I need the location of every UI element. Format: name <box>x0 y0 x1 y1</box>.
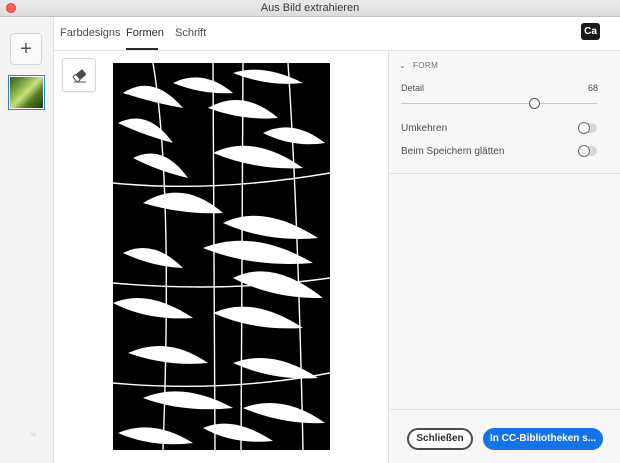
eraser-icon <box>72 69 87 83</box>
active-tab-indicator <box>126 48 158 50</box>
title-bar: Aus Bild extrahieren <box>0 0 620 17</box>
close-button[interactable]: Schließen <box>407 428 473 450</box>
image-sidebar: + ∞ <box>0 17 54 463</box>
shape-canvas <box>54 51 388 463</box>
tab-schrift[interactable]: Schrift <box>175 27 206 39</box>
smooth-on-save-toggle-knob <box>578 145 590 157</box>
form-section-title: FORM <box>413 61 439 70</box>
tab-bar: Farbdesigns Formen Schrift Ca <box>54 17 620 51</box>
save-to-cc-libraries-button[interactable]: In CC-Bibliotheken s... <box>483 428 603 450</box>
tab-formen[interactable]: Formen <box>126 27 164 39</box>
chevron-down-icon: ⌄ <box>399 61 407 70</box>
tab-farbdesigns[interactable]: Farbdesigns <box>60 27 121 39</box>
action-footer: Schließen In CC-Bibliotheken s... <box>388 409 620 463</box>
fern-thumbnail-image <box>10 77 43 108</box>
umkehren-toggle[interactable] <box>578 122 597 134</box>
detail-value: 68 <box>588 83 599 93</box>
eraser-tool-button[interactable] <box>62 58 96 92</box>
extract-from-image-window: Aus Bild extrahieren + ∞ Farbdesigns For… <box>0 0 620 463</box>
form-section-header[interactable]: ⌄ FORM <box>399 61 438 70</box>
capture-app-icon: Ca <box>581 23 600 40</box>
smooth-on-save-label: Beim Speichern glätten <box>401 146 505 157</box>
properties-panel: ⌄ FORM Detail 68 Umkehren Beim Speichern … <box>388 51 620 409</box>
detail-slider-handle[interactable] <box>528 98 540 109</box>
extracted-shape-image <box>113 63 330 450</box>
panel-divider <box>389 173 620 174</box>
window-title: Aus Bild extrahieren <box>260 2 360 14</box>
umkehren-toggle-knob <box>578 122 590 134</box>
creative-cloud-icon: ∞ <box>30 429 37 439</box>
detail-slider-track[interactable] <box>401 103 597 104</box>
umkehren-label: Umkehren <box>401 123 448 134</box>
add-image-button[interactable]: + <box>10 33 42 65</box>
detail-label: Detail <box>401 83 425 93</box>
image-thumbnail[interactable] <box>8 75 45 110</box>
smooth-on-save-toggle[interactable] <box>578 145 597 157</box>
